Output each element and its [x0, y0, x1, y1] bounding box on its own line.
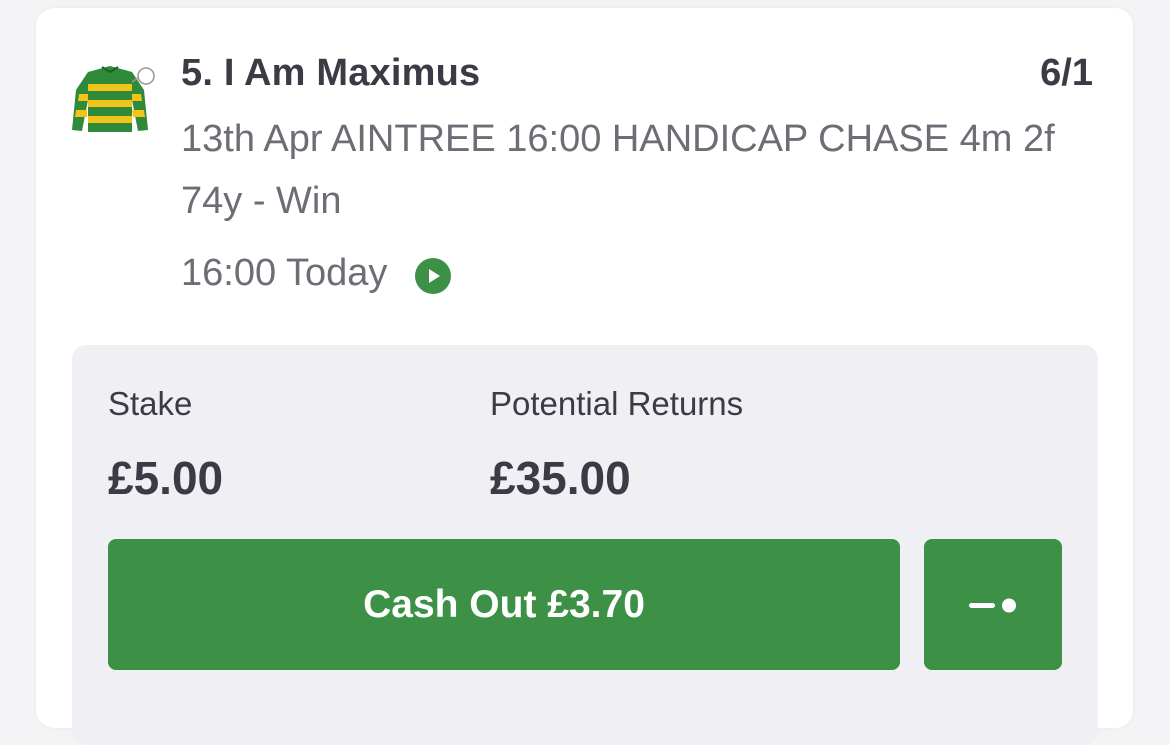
- play-circle-icon[interactable]: [415, 257, 452, 294]
- stake-value: £5.00: [108, 452, 224, 504]
- start-time-row: 16:00 Today: [181, 252, 452, 295]
- potential-returns-value: £35.00: [490, 452, 631, 504]
- event-description: 13th Apr AINTREE 16:00 HANDICAP CHASE 4m…: [181, 118, 1055, 222]
- cash-out-button[interactable]: Cash Out £3.70: [108, 539, 900, 670]
- bet-card: 5. I Am Maximus 6/1 13th Apr AINTREE 16:…: [36, 8, 1133, 745]
- potential-returns-label: Potential Returns: [490, 385, 744, 422]
- selection-name: 5. I Am Maximus: [181, 52, 481, 94]
- odds-price: 6/1: [1040, 52, 1093, 94]
- bet-details-panel: Stake £5.00 Potential Returns £35.00 Cas…: [72, 345, 1098, 745]
- slider-toggle-icon: [969, 598, 1016, 612]
- partial-cash-out-button[interactable]: [924, 539, 1062, 670]
- jockey-silks-icon: [68, 60, 160, 148]
- start-time: 16:00 Today: [181, 252, 388, 294]
- stake-label: Stake: [108, 385, 193, 422]
